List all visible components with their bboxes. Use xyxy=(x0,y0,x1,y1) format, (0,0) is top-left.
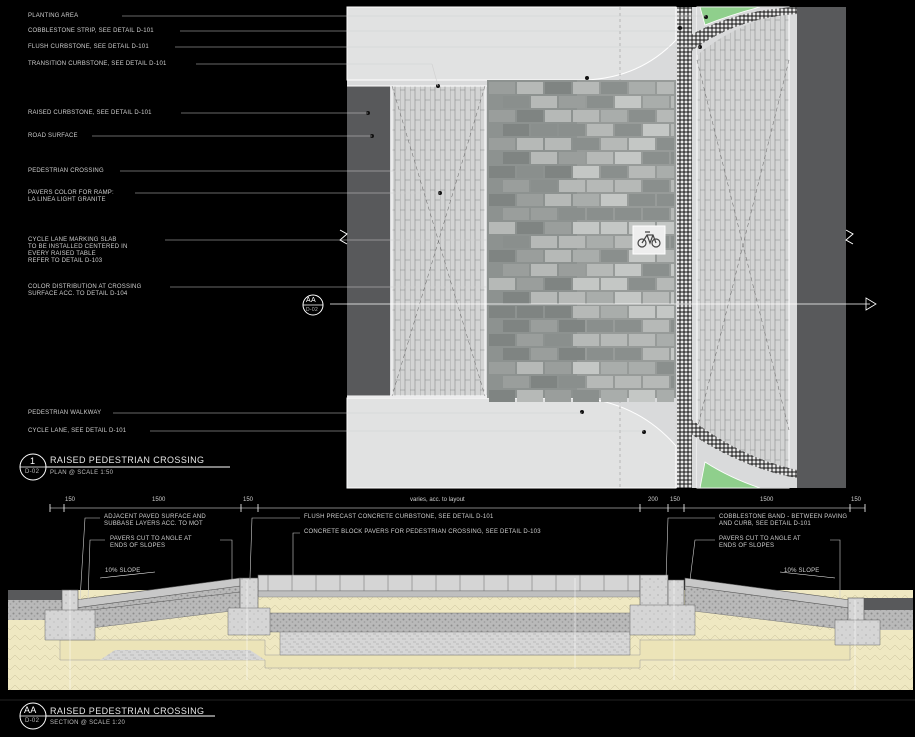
label-flush-precast: FLUSH PRECAST CONCRETE CURBSTONE, SEE DE… xyxy=(304,514,494,520)
label-cobblestone-strip: COBBLESTONE STRIP, SEE DETAIL D-101 xyxy=(28,28,154,34)
section-title-sheet: D-02 xyxy=(25,718,40,724)
label-cycle-marking-slab: CYCLE LANE MARKING SLAB TO BE INSTALLED … xyxy=(28,237,128,264)
slope-right: 10% SLOPE xyxy=(784,568,820,574)
plan-scale: PLAN @ SCALE 1:50 xyxy=(50,470,114,476)
label-planting-area: PLANTING AREA xyxy=(28,13,79,19)
plan-view xyxy=(19,6,877,489)
label-pavers-color: PAVERS COLOR FOR RAMP: LA LINEA LIGHT GR… xyxy=(28,190,114,203)
slope-left: 10% SLOPE xyxy=(105,568,141,574)
label-road-surface: ROAD SURFACE xyxy=(28,133,78,139)
label-concrete-block: CONCRETE BLOCK PAVERS FOR PEDESTRIAN CRO… xyxy=(304,529,541,535)
dim-6: 150 xyxy=(670,497,681,503)
plan-title-number: 1 xyxy=(30,456,36,466)
label-pedestrian-crossing: PEDESTRIAN CROSSING xyxy=(28,168,104,174)
section-marker-sheet: D-02 xyxy=(306,307,319,313)
label-pavers-cut-left: PAVERS CUT TO ANGLE AT ENDS OF SLOPES xyxy=(110,536,192,549)
dim-7: 1500 xyxy=(760,497,774,503)
label-cycle-lane: CYCLE LANE, SEE DETAIL D-101 xyxy=(28,428,127,434)
plan-title: RAISED PEDESTRIAN CROSSING xyxy=(50,455,205,465)
label-cobblestone-band: COBBLESTONE BAND - BETWEEN PAVING AND CU… xyxy=(719,514,848,527)
label-color-distribution: COLOR DISTRIBUTION AT CROSSING SURFACE A… xyxy=(28,284,142,297)
dim-8: 150 xyxy=(851,497,862,503)
dim-2: 1500 xyxy=(152,497,166,503)
label-flush-curbstone: FLUSH CURBSTONE, SEE DETAIL D-101 xyxy=(28,44,149,50)
section-title: RAISED PEDESTRIAN CROSSING xyxy=(50,706,205,716)
label-adjacent-paved: ADJACENT PAVED SURFACE AND SUBBASE LAYER… xyxy=(104,514,206,527)
plan-title-sheet: D-02 xyxy=(25,469,40,475)
label-pavers-cut-right: PAVERS CUT TO ANGLE AT ENDS OF SLOPES xyxy=(719,536,801,549)
dim-1: 150 xyxy=(65,497,76,503)
label-raised-curbstone: RAISED CURBSTONE, SEE DETAIL D-101 xyxy=(28,110,152,116)
dim-4: varies, acc. to layout xyxy=(410,497,465,503)
label-transition-curbstone: TRANSITION CURBSTONE, SEE DETAIL D-101 xyxy=(28,61,167,67)
section-marker-code: AA xyxy=(306,297,316,304)
dim-3: 150 xyxy=(243,497,254,503)
section-title-code: AA xyxy=(24,705,37,715)
label-pedestrian-walkway: PEDESTRIAN WALKWAY xyxy=(28,410,102,416)
drawing-sheet: PLANTING AREA COBBLESTONE STRIP, SEE DET… xyxy=(0,0,915,737)
section-scale: SECTION @ SCALE 1:20 xyxy=(50,720,126,726)
dim-5: 200 xyxy=(648,497,659,503)
